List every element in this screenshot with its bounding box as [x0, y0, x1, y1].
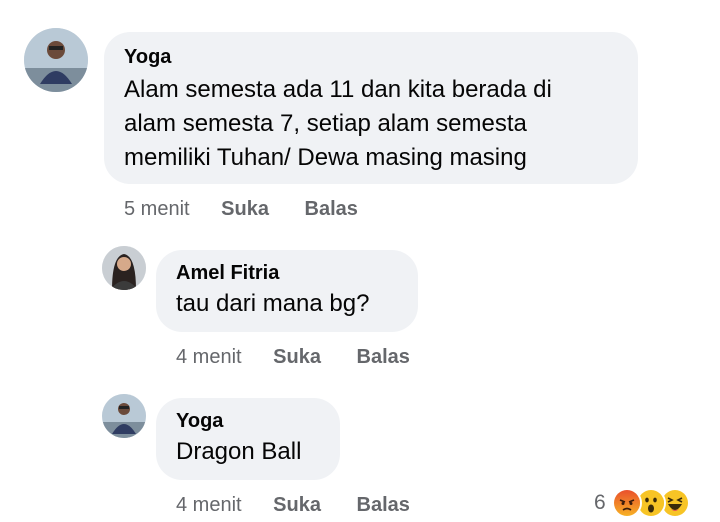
reply-button[interactable]: Balas	[357, 494, 410, 517]
comment-timestamp[interactable]: 4 menit	[176, 346, 242, 369]
reply-button[interactable]: Balas	[357, 346, 410, 369]
like-button[interactable]: Suka	[221, 198, 269, 221]
comment-timestamp[interactable]: 5 menit	[124, 198, 190, 221]
reaction-count: 6	[594, 491, 606, 514]
comment-actions: 4 menit Suka Balas	[176, 346, 410, 369]
comment-author[interactable]: Yoga	[124, 46, 618, 69]
comment-timestamp[interactable]: 4 menit	[176, 494, 242, 517]
reply-button[interactable]: Balas	[305, 198, 358, 221]
user-photo-icon	[102, 394, 146, 438]
like-button[interactable]: Suka	[273, 346, 321, 369]
avatar[interactable]	[24, 28, 88, 92]
avatar[interactable]	[102, 246, 146, 290]
comment-text-line: tau dari mana bg?	[176, 290, 370, 317]
comment-actions: 5 menit Suka Balas	[124, 198, 358, 221]
comment-actions: 4 menit Suka Balas	[176, 494, 410, 517]
comment-author[interactable]: Amel Fitria	[176, 262, 398, 285]
comment-text-line: alam semesta 7, setiap alam semesta	[124, 110, 527, 137]
user-photo-icon	[24, 28, 88, 92]
user-photo-icon	[102, 246, 146, 290]
comment-text-line: memiliki Tuhan/ Dewa masing masing	[124, 144, 527, 171]
comment-bubble: Yoga Dragon Ball	[156, 398, 340, 480]
like-button[interactable]: Suka	[273, 494, 321, 517]
comment-text-line: Alam semesta ada 11 dan kita berada di	[124, 76, 552, 103]
comment-text-line: Dragon Ball	[176, 438, 302, 465]
avatar[interactable]	[102, 394, 146, 438]
comment-bubble: Amel Fitria tau dari mana bg?	[156, 250, 418, 332]
comment-author[interactable]: Yoga	[176, 410, 320, 433]
angry-icon	[611, 488, 642, 518]
comment-bubble: Yoga Alam semesta ada 11 dan kita berada…	[104, 32, 638, 184]
reactions-summary[interactable]: 6	[594, 488, 690, 518]
